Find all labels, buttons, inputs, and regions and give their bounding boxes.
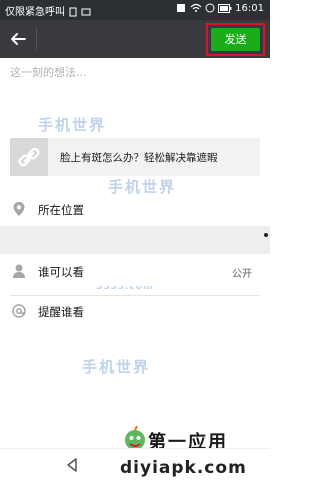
location-row[interactable]: 所在位置 (0, 194, 270, 224)
back-arrow-icon[interactable] (8, 29, 28, 49)
remind-label: 提醒谁看 (38, 305, 84, 319)
watermark: 手机世界 (82, 358, 151, 376)
wifi-icon (190, 3, 202, 12)
watermark: 手机世界 (38, 116, 107, 134)
at-sign-icon (12, 304, 26, 318)
send-button-highlight: 发送 (206, 23, 265, 56)
link-title: 脸上有斑怎么办？轻松解决靠遮暇 (60, 152, 218, 164)
sim-card-icon (69, 7, 77, 17)
visibility-value: 公开 (232, 269, 252, 280)
post-text-input[interactable]: 这一刻的想法... (10, 64, 87, 80)
alarm-icon (205, 3, 215, 13)
link-icon (18, 147, 40, 167)
image-notification-icon (81, 8, 91, 16)
send-button[interactable]: 发送 (211, 28, 260, 51)
carrier-text: 仅限紧急呼叫 (5, 7, 65, 18)
visibility-label: 谁可以看 (38, 265, 84, 279)
user-icon (13, 264, 25, 278)
section-separator (0, 226, 270, 254)
link-thumbnail (10, 138, 48, 176)
status-bar: 仅限紧急呼叫 16:01 (0, 0, 270, 20)
status-right: 16:01 (176, 3, 264, 14)
status-left: 仅限紧急呼叫 (5, 3, 91, 18)
remind-row[interactable]: 提醒谁看 (0, 296, 270, 326)
scroll-indicator (264, 233, 268, 237)
battery-icon (217, 3, 232, 13)
status-time: 16:01 (235, 3, 264, 14)
location-pin-icon (13, 202, 25, 216)
shared-link-card[interactable]: 脸上有斑怎么办？轻松解决靠遮暇 (10, 138, 260, 176)
location-label: 所在位置 (38, 203, 84, 217)
toolbar-divider (36, 28, 37, 50)
visibility-row[interactable]: 谁可以看 公开 (0, 256, 270, 286)
app-notification-icon (177, 4, 186, 12)
brand-url: diyiapk.com (120, 458, 247, 478)
nav-back-icon[interactable] (64, 457, 80, 473)
